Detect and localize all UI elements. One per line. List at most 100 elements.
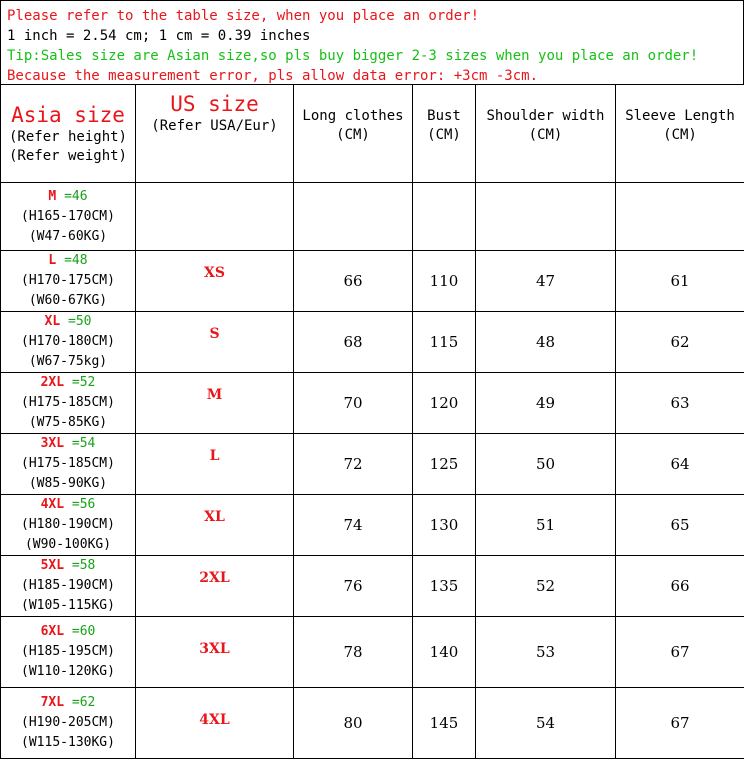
shoulder-value: 52	[536, 577, 555, 595]
asia-size-number: =48	[56, 253, 87, 268]
bust-cell	[413, 183, 476, 251]
bust-cell: 110	[413, 251, 476, 312]
shoulder-label: Shoulder width	[476, 107, 615, 126]
us-size-cell: S	[136, 312, 294, 373]
refer-height: (H170-175CM)	[21, 273, 115, 288]
asia-size-cell: XL =50(H170-180CM)(W67-75kg)	[1, 312, 136, 373]
bust-cell: 120	[413, 373, 476, 434]
bust-value: 145	[430, 714, 459, 732]
long-clothes-cell: 76	[294, 556, 413, 617]
header-long-clothes: Long clothes (CM)	[294, 85, 413, 183]
us-size-value: 2XL	[199, 570, 229, 586]
asia-size-sub-height: (Refer height)	[1, 128, 135, 147]
table-row: 6XL =60(H185-195CM)(W110-120KG)3XL781405…	[1, 617, 744, 688]
header-us-size: US size (Refer USA/Eur)	[136, 85, 294, 183]
long-clothes-cell: 72	[294, 434, 413, 495]
refer-weight: (W60-67KG)	[29, 293, 107, 308]
refer-height: (H165-170CM)	[21, 209, 115, 224]
long-clothes-value: 68	[343, 333, 362, 351]
long-clothes-cell: 70	[294, 373, 413, 434]
asia-size-number: =58	[64, 558, 95, 573]
bust-value: 115	[430, 333, 459, 351]
refer-weight: (W67-75kg)	[29, 354, 107, 369]
bust-label: Bust	[413, 107, 475, 126]
shoulder-value: 48	[536, 333, 555, 351]
bust-cell: 115	[413, 312, 476, 373]
sleeve-value: 62	[670, 333, 689, 351]
us-size-cell: XL	[136, 495, 294, 556]
table-row: L =48(H170-175CM)(W60-67KG)XS661104761	[1, 251, 744, 312]
shoulder-cell: 53	[476, 617, 616, 688]
us-size-cell: 2XL	[136, 556, 294, 617]
table-row: XL =50(H170-180CM)(W67-75kg) S 68 115 48 62	[1, 312, 744, 373]
table-row: 7XL =62(H190-205CM)(W115-130KG)4XL801455…	[1, 688, 744, 759]
asia-size-cell: 5XL =58(H185-190CM)(W105-115KG)	[1, 556, 136, 617]
table-row: 2XL =52(H175-185CM)(W75-85KG)M701204963	[1, 373, 744, 434]
refer-height: (H175-185CM)	[21, 456, 115, 471]
refer-weight: (W75-85KG)	[29, 415, 107, 430]
us-size-value: M	[207, 387, 223, 403]
long-clothes-value: 72	[343, 455, 362, 473]
header-shoulder: Shoulder width (CM)	[476, 85, 616, 183]
sleeve-cell: 66	[616, 556, 744, 617]
sleeve-cell: 63	[616, 373, 744, 434]
notes-box: Please refer to the table size, when you…	[0, 0, 744, 85]
refer-weight: (W85-90KG)	[29, 476, 107, 491]
us-size-cell	[136, 183, 294, 251]
asia-size-label: 5XL	[41, 558, 64, 573]
shoulder-cell: 50	[476, 434, 616, 495]
long-clothes-cell: 78	[294, 617, 413, 688]
bust-unit: (CM)	[413, 126, 475, 145]
refer-weight: (W110-120KG)	[21, 664, 115, 679]
size-chart: Please refer to the table size, when you…	[0, 0, 744, 735]
sleeve-value: 66	[670, 577, 689, 595]
us-size-cell: L	[136, 434, 294, 495]
sleeve-cell: 67	[616, 688, 744, 759]
sleeve-label: Sleeve Length	[616, 107, 744, 126]
asia-size-cell: 6XL =60(H185-195CM)(W110-120KG)	[1, 617, 136, 688]
us-size-value: S	[209, 326, 219, 342]
sleeve-value: 67	[670, 714, 689, 732]
shoulder-cell: 48	[476, 312, 616, 373]
header-asia-size: Asia size (Refer height) (Refer weight)	[1, 85, 136, 183]
bust-cell: 125	[413, 434, 476, 495]
us-size-value: 3XL	[199, 641, 229, 657]
shoulder-cell: 47	[476, 251, 616, 312]
shoulder-cell: 51	[476, 495, 616, 556]
long-clothes-value: 74	[343, 516, 362, 534]
asia-size-cell: 4XL =56(H180-190CM)(W90-100KG)	[1, 495, 136, 556]
sleeve-cell: 61	[616, 251, 744, 312]
sleeve-unit: (CM)	[616, 126, 744, 145]
asia-size-sub-weight: (Refer weight)	[1, 147, 135, 166]
sleeve-value: 64	[670, 455, 689, 473]
long-clothes-value: 76	[343, 577, 362, 595]
long-clothes-value: 80	[343, 714, 362, 732]
shoulder-unit: (CM)	[476, 126, 615, 145]
refer-weight: (W47-60KG)	[29, 229, 107, 244]
shoulder-value: 51	[536, 516, 555, 534]
asia-size-number: =62	[64, 695, 95, 710]
sleeve-cell: 62	[616, 312, 744, 373]
sleeve-cell: 64	[616, 434, 744, 495]
asia-size-label: 7XL	[41, 695, 64, 710]
long-clothes-cell: 66	[294, 251, 413, 312]
asia-size-number: =60	[64, 624, 95, 639]
shoulder-cell: 52	[476, 556, 616, 617]
shoulder-cell: 49	[476, 373, 616, 434]
bust-value: 125	[430, 455, 459, 473]
asia-size-cell: 7XL =62(H190-205CM)(W115-130KG)	[1, 688, 136, 759]
us-size-value: 4XL	[199, 712, 229, 728]
note-tip: Tip:Sales size are Asian size,so pls buy…	[7, 47, 698, 65]
note-order: Please refer to the table size, when you…	[7, 7, 479, 25]
table-row: 3XL =54(H175-185CM)(W85-90KG)L721255064	[1, 434, 744, 495]
long-clothes-value: 78	[343, 643, 362, 661]
us-size-value: XS	[204, 265, 225, 281]
asia-size-cell: L =48(H170-175CM)(W60-67KG)	[1, 251, 136, 312]
long-clothes-cell: 74	[294, 495, 413, 556]
shoulder-value: 53	[536, 643, 555, 661]
asia-size-label: 3XL	[41, 436, 64, 451]
shoulder-cell	[476, 183, 616, 251]
us-size-sub: (Refer USA/Eur)	[136, 117, 293, 136]
bust-value: 130	[430, 516, 459, 534]
asia-size-label: 2XL	[41, 375, 64, 390]
